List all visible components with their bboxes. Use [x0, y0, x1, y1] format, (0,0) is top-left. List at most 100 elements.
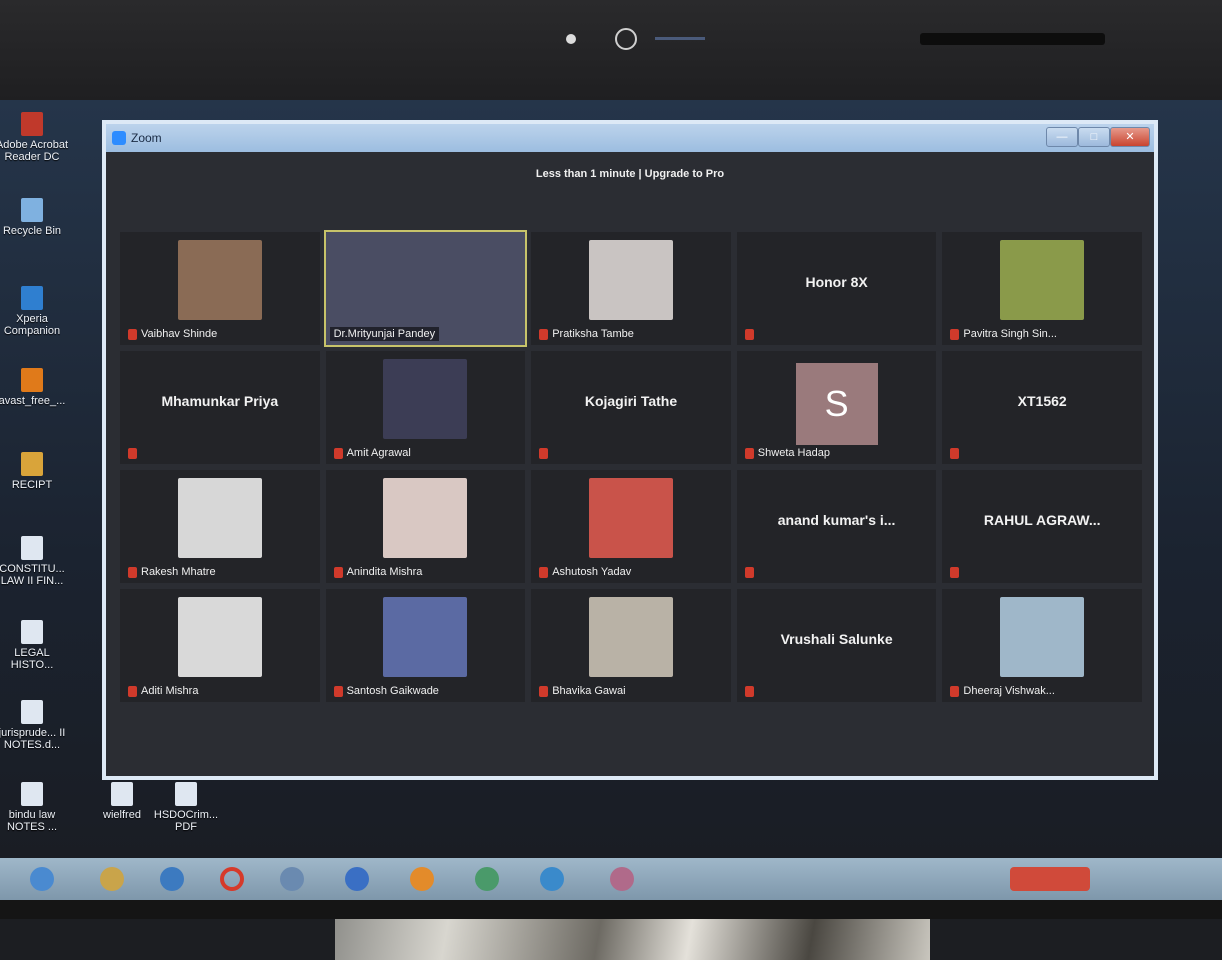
- recycle-bin-icon: [21, 198, 43, 222]
- participant-tile[interactable]: Bhavika Gawai: [531, 589, 731, 702]
- taskbar: [0, 858, 1222, 900]
- folder-icon: [21, 452, 43, 476]
- desktop-icon-label: Recycle Bin: [2, 225, 62, 237]
- desktop-icon-label: Adobe Acrobat Reader DC: [0, 139, 69, 163]
- participant-display-name: Vrushali Salunke: [780, 631, 893, 647]
- participant-label: [744, 567, 754, 578]
- muted-mic-icon: [744, 686, 754, 697]
- participant-name: Aditi Mishra: [141, 685, 199, 697]
- participant-label: Pratiksha Tambe: [539, 328, 634, 340]
- participant-label: Dheeraj Vishwak...: [950, 685, 1055, 697]
- webcam: [615, 28, 637, 50]
- participant-tile[interactable]: Vaibhav Shinde: [120, 232, 320, 345]
- desktop-icon-constitution-law[interactable]: CONSTITU... LAW II FIN...: [0, 536, 72, 587]
- close-button[interactable]: ✕: [1110, 127, 1150, 147]
- participant-label: Anindita Mishra: [333, 566, 422, 578]
- participant-grid: Vaibhav Shinde Dr.Mrityunjai Pandey Pratik…: [120, 230, 1142, 702]
- avast-icon: [21, 368, 43, 392]
- participant-tile[interactable]: Honor 8X: [736, 232, 937, 345]
- participant-label: [744, 329, 754, 340]
- minimize-button[interactable]: —: [1046, 127, 1078, 147]
- participant-name: Santosh Gaikwade: [346, 685, 439, 697]
- desktop-icon-acrobat[interactable]: Adobe Acrobat Reader DC: [0, 112, 72, 163]
- muted-mic-icon: [128, 448, 137, 459]
- participant-tile[interactable]: Vrushali Salunke: [736, 589, 937, 702]
- participant-name: Dheeraj Vishwak...: [963, 685, 1055, 697]
- window-titlebar[interactable]: Zoom — □ ✕: [106, 124, 1154, 152]
- participant-tile[interactable]: Pavitra Singh Sin...: [942, 232, 1142, 345]
- browser-icon[interactable]: [160, 867, 184, 891]
- participant-display-name: XT1562: [1017, 393, 1067, 409]
- participant-photo: [177, 597, 262, 677]
- window-title: Zoom: [131, 131, 162, 145]
- desktop-icon-jurisprudence[interactable]: jurisprude... II NOTES.d...: [0, 700, 72, 751]
- chrome-icon[interactable]: [475, 867, 499, 891]
- participant-tile[interactable]: Aditi Mishra: [120, 589, 320, 702]
- explorer-icon[interactable]: [100, 867, 124, 891]
- meeting-time-banner[interactable]: Less than 1 minute | Upgrade to Pro: [106, 168, 1154, 180]
- participant-display-name: Kojagiri Tathe: [584, 393, 678, 409]
- participant-tile[interactable]: Amit Agrawal: [325, 351, 526, 464]
- maximize-button[interactable]: □: [1078, 127, 1110, 147]
- desktop-icon-avast[interactable]: avast_free_...: [0, 368, 72, 407]
- document-icon: [21, 700, 43, 724]
- muted-mic-icon: [333, 447, 343, 459]
- participant-photo: [1000, 240, 1085, 320]
- muted-mic-icon: [128, 685, 137, 697]
- participant-tile[interactable]: Anindita Mishra: [325, 470, 526, 583]
- participant-photo: [177, 240, 262, 320]
- opera-icon[interactable]: [220, 867, 244, 891]
- participant-tile[interactable]: Pratiksha Tambe: [531, 232, 731, 345]
- system-tray[interactable]: [1010, 867, 1090, 891]
- desktop-icon-bindu-law[interactable]: bindu law NOTES ...: [0, 782, 72, 833]
- participant-display-name: anand kumar's i...: [777, 512, 896, 528]
- desktop-icon-legal-history[interactable]: LEGAL HISTO...: [0, 620, 72, 671]
- desktop-icon-label: HSDOCrim... PDF: [153, 809, 219, 833]
- participant-tile[interactable]: XT1562: [942, 351, 1142, 464]
- participant-name: Dr.Mrityunjai Pandey: [333, 328, 436, 340]
- participant-photo: [383, 478, 468, 558]
- participant-photo: [588, 240, 673, 320]
- participant-label: Santosh Gaikwade: [333, 685, 439, 697]
- zoom-window[interactable]: Zoom — □ ✕ Less than 1 minute | Upgrade …: [102, 120, 1158, 780]
- desktop-icon-hsdoc-pdf[interactable]: HSDOCrim... PDF: [146, 782, 226, 833]
- start-icon[interactable]: [30, 867, 54, 891]
- muted-mic-icon: [744, 447, 754, 459]
- participant-label: Pavitra Singh Sin...: [950, 328, 1057, 340]
- participant-name: Amit Agrawal: [346, 447, 411, 459]
- muted-mic-icon: [539, 566, 549, 578]
- participant-label: Aditi Mishra: [128, 685, 198, 697]
- participant-tile[interactable]: Ashutosh Yadav: [531, 470, 731, 583]
- muted-mic-icon: [128, 566, 137, 578]
- participant-tile[interactable]: S Shweta Hadap: [736, 351, 937, 464]
- participant-tile[interactable]: Rakesh Mhatre: [120, 470, 320, 583]
- participant-photo: [177, 478, 262, 558]
- participant-tile[interactable]: anand kumar's i...: [736, 470, 937, 583]
- desktop-icon-label: Xperia Companion: [3, 313, 61, 337]
- participant-label: Rakesh Mhatre: [128, 566, 216, 578]
- muted-mic-icon: [333, 566, 343, 578]
- participant-name: Pratiksha Tambe: [552, 328, 634, 340]
- media-icon[interactable]: [280, 867, 304, 891]
- participant-tile[interactable]: RAHUL AGRAW...: [942, 470, 1142, 583]
- participant-tile[interactable]: Dheeraj Vishwak...: [942, 589, 1142, 702]
- zoom-taskbar-icon[interactable]: [540, 867, 564, 891]
- app-icon[interactable]: [345, 867, 369, 891]
- pdf-icon: [175, 782, 197, 806]
- desktop-icon-label: RECIPT: [11, 479, 53, 491]
- participant-display-name: Honor 8X: [805, 274, 868, 290]
- desktop-icon-recipt[interactable]: RECIPT: [0, 452, 72, 491]
- participant-label: [950, 448, 960, 459]
- participant-label: [539, 448, 549, 459]
- participant-tile[interactable]: Kojagiri Tathe: [531, 351, 731, 464]
- app-icon[interactable]: [610, 867, 634, 891]
- participant-tile[interactable]: Santosh Gaikwade: [325, 589, 526, 702]
- desktop-icon-recycle-bin[interactable]: Recycle Bin: [0, 198, 72, 237]
- sensor-strip: [655, 37, 705, 40]
- desktop-icon-xperia[interactable]: Xperia Companion: [0, 286, 72, 337]
- participant-tile[interactable]: Dr.Mrityunjai Pandey: [323, 230, 528, 347]
- firefox-icon[interactable]: [410, 867, 434, 891]
- document-icon: [111, 782, 133, 806]
- participant-tile[interactable]: Mhamunkar Priya: [120, 351, 320, 464]
- desktop-icon-label: CONSTITU... LAW II FIN...: [0, 563, 65, 587]
